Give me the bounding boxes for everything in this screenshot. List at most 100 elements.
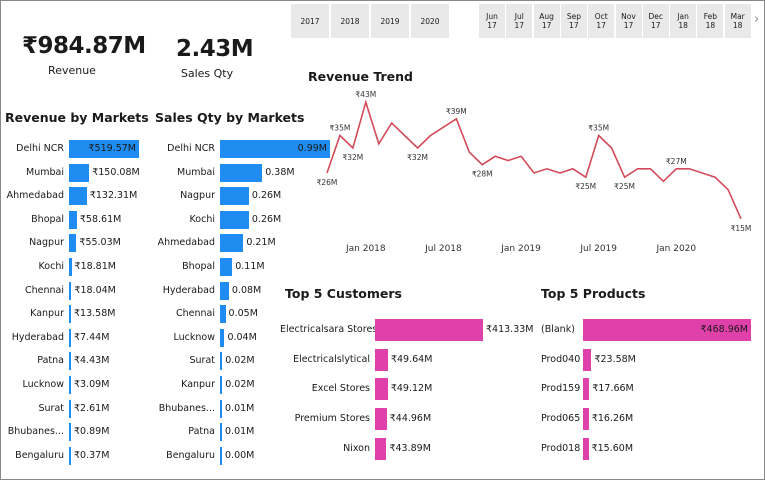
bar[interactable]	[375, 319, 483, 341]
bar[interactable]	[220, 305, 226, 324]
bar-value-label: 0.02M	[225, 355, 255, 367]
month-slicer-item[interactable]: Dec 17	[642, 4, 669, 38]
bar[interactable]	[220, 281, 229, 300]
bar[interactable]	[220, 423, 222, 442]
bar-category-label: Patna	[188, 426, 215, 438]
bar[interactable]	[69, 399, 71, 418]
bar-value-label: 0.01M	[225, 402, 255, 414]
bar-category-label: Prod018	[541, 442, 581, 454]
bar-category-label: Ahmedabad	[157, 237, 215, 249]
trend-point-label: ₹15M	[731, 224, 752, 233]
bar-value-label: ₹18.04M	[74, 284, 116, 296]
month-slicer-item[interactable]: Mar 18	[724, 4, 751, 38]
month-slicer-item[interactable]: Jun 17	[479, 4, 505, 38]
bar-value-label: ₹0.89M	[74, 426, 110, 438]
bar[interactable]	[583, 437, 589, 460]
bar-value-label: ₹519.57M	[88, 143, 136, 154]
bar-value-label: ₹3.09M	[74, 379, 110, 390]
trend-point-label: ₹25M	[575, 182, 596, 191]
bar[interactable]	[69, 258, 72, 276]
revenue-by-markets-title: Revenue by Markets	[5, 110, 149, 125]
year-slicer-item[interactable]: 2020	[411, 4, 449, 38]
x-axis-tick-label: Jan 2020	[655, 244, 696, 254]
bar[interactable]	[583, 408, 589, 431]
bar[interactable]	[220, 446, 222, 465]
bar[interactable]	[220, 328, 225, 347]
trend-point-label: ₹26M	[317, 178, 338, 187]
bar-category-label: Surat	[189, 355, 215, 367]
month-slicer-item[interactable]: Sep 17	[560, 4, 587, 38]
bar[interactable]	[583, 378, 590, 401]
bar[interactable]	[69, 423, 71, 442]
revenue-kpi-value: ₹984.87M	[22, 33, 146, 59]
bar-category-label: Premium Stores	[294, 413, 370, 425]
bar[interactable]	[375, 348, 388, 371]
bar[interactable]	[583, 348, 592, 371]
bar-category-label: Kanpur	[181, 379, 215, 390]
bar-category-label: Chennai	[175, 308, 215, 320]
month-slicer-item[interactable]: Jul 17	[506, 4, 533, 38]
bar-value-label: 0.00M	[225, 449, 255, 461]
bar[interactable]	[69, 210, 77, 229]
trend-point-label: ₹32M	[342, 153, 363, 162]
bar-value-label: ₹0.37M	[74, 449, 110, 461]
bar-category-label: Kanpur	[30, 308, 64, 320]
x-axis-tick-label: Jul 2018	[424, 244, 462, 254]
bar[interactable]	[69, 281, 72, 300]
bar[interactable]	[220, 352, 223, 371]
bar-value-label: 0.02M	[225, 379, 255, 390]
month-slicer-item[interactable]: Oct 17	[588, 4, 615, 38]
bar-category-label: Prod159	[541, 383, 581, 395]
bar-category-label: Ahmedabad	[6, 190, 64, 202]
bar[interactable]	[69, 446, 71, 465]
bar-value-label: 0.26M	[251, 190, 282, 202]
bar-value-label: ₹150.08M	[92, 166, 140, 178]
bar[interactable]	[375, 437, 387, 460]
bar[interactable]	[220, 258, 233, 276]
bar[interactable]	[69, 352, 71, 371]
bar[interactable]	[69, 328, 71, 347]
bar-category-label: Bhopal	[31, 213, 64, 225]
bar-value-label: ₹7.44M	[74, 331, 110, 343]
bar[interactable]	[69, 187, 87, 206]
month-slicer-item[interactable]: Jan 18	[670, 4, 697, 38]
bar-category-label: Nagpur	[29, 237, 64, 249]
bar-value-label: ₹18.81M	[74, 261, 116, 272]
bar[interactable]	[220, 187, 249, 206]
bar[interactable]	[69, 163, 90, 182]
bar[interactable]	[220, 163, 263, 182]
x-axis-tick-label: Jul 2019	[579, 244, 617, 254]
bar-value-label: ₹17.66M	[592, 383, 634, 395]
revenue-kpi-label: Revenue	[48, 64, 96, 77]
bar[interactable]	[69, 376, 71, 394]
month-slicer-item[interactable]: Aug 17	[533, 4, 560, 38]
year-slicer-item[interactable]: 2017	[291, 4, 329, 38]
bar-category-label: Nixon	[343, 442, 370, 454]
bar-value-label: 0.05M	[228, 308, 258, 320]
month-slicer-item[interactable]: Nov 17	[615, 4, 642, 38]
month-slicer-item[interactable]: Feb 18	[697, 4, 724, 38]
bar-value-label: ₹468.96M	[700, 324, 748, 335]
trend-point-label: ₹35M	[330, 124, 351, 133]
year-slicer-item[interactable]: 2018	[331, 4, 369, 38]
bar[interactable]	[220, 376, 223, 394]
trend-point-label: ₹27M	[666, 157, 687, 166]
slicer-next-icon[interactable]: ›	[754, 12, 759, 27]
bar-category-label: Lucknow	[22, 379, 64, 390]
bar[interactable]	[375, 408, 387, 431]
trend-point-label: ₹25M	[614, 182, 635, 191]
bar-value-label: ₹55.03M	[79, 237, 121, 249]
bar-category-label: Bengaluru	[15, 449, 64, 461]
bar-value-label: ₹23.58M	[594, 353, 636, 365]
bar[interactable]	[375, 378, 388, 401]
bar[interactable]	[220, 399, 222, 418]
year-slicer-item[interactable]: 2019	[371, 4, 409, 38]
bar[interactable]	[69, 305, 71, 324]
bar[interactable]	[220, 210, 249, 229]
bar-category-label: Hyderabad	[162, 284, 215, 296]
bar[interactable]	[69, 234, 77, 253]
bar[interactable]	[220, 234, 244, 253]
bar-category-label: Excel Stores	[311, 383, 370, 395]
bar-category-label: Bhopal	[182, 261, 215, 272]
bar-category-label: Bhubanes...	[158, 402, 215, 414]
